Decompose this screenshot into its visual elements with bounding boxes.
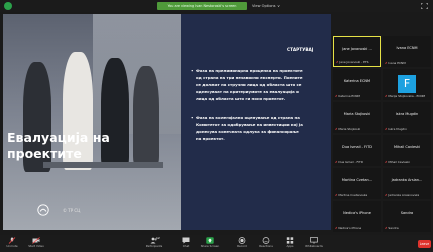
participant-name: Dua Ismail - FITD bbox=[342, 145, 372, 149]
start-video-button[interactable]: Start Video bbox=[26, 235, 46, 252]
record-button[interactable]: Record bbox=[232, 235, 252, 252]
participant-label: ✗ Nedica's iPhone bbox=[335, 226, 362, 230]
security-shield-icon[interactable] bbox=[4, 2, 12, 10]
participant-label: ✗ Iskra Mugdin bbox=[385, 127, 407, 131]
participant-label: ✗ Sandra bbox=[385, 226, 399, 230]
view-options-menu[interactable]: View Options v bbox=[252, 2, 308, 10]
participant-label: ✗ Mihail Cavleski bbox=[385, 160, 410, 164]
participant-tile[interactable]: Nedica's iPhone ✗ Nedica's iPhone bbox=[333, 201, 381, 232]
end-meeting-button[interactable]: Leave bbox=[418, 240, 431, 248]
participant-tile[interactable]: Martina Cvetan... ✗ Martina Cvetanoska bbox=[333, 168, 381, 199]
participant-name: Jane Jovanoski ... bbox=[342, 47, 372, 51]
chat-button[interactable]: Chat bbox=[176, 235, 196, 252]
org-logo-icon bbox=[37, 204, 49, 216]
participant-label: ✗ Marija Stojkovska - ECNM bbox=[385, 94, 425, 98]
slide-photo bbox=[3, 14, 181, 230]
participant-label: ✗ Jane Jovanoski - ETS bbox=[336, 60, 369, 64]
participant-tile[interactable]: Maria Stojkoski ✗ Maria Stojkoski bbox=[333, 102, 381, 133]
participant-name: Mihail Cavleski bbox=[393, 145, 421, 149]
participant-avatar: F bbox=[398, 75, 416, 93]
slide-bullet-list: Фаза на прелиминарна проценка на проекти… bbox=[191, 67, 303, 154]
participant-tile[interactable]: Katerina ECNM ✗ Katerina ECNM bbox=[333, 69, 381, 100]
participants-count: 12 bbox=[156, 236, 160, 240]
slide-bullet: Фаза на прелиминарна проценка на проекти… bbox=[191, 67, 303, 102]
participant-name: Nedica's iPhone bbox=[343, 211, 371, 215]
participant-label: ✗ Ivana ECNM bbox=[385, 61, 406, 65]
record-icon bbox=[238, 237, 246, 244]
meeting-toolbar: Unmute Start Video 12 Participants Chat … bbox=[0, 235, 433, 252]
fullscreen-icon[interactable] bbox=[421, 3, 428, 9]
slide-title: Евалуација на проектите bbox=[7, 130, 110, 161]
chat-bubble-icon bbox=[182, 237, 190, 244]
participant-label: ✗ Maria Stojkoski bbox=[335, 127, 361, 131]
participants-button[interactable]: 12 Participants bbox=[144, 235, 164, 252]
whiteboards-button[interactable]: Whiteboards bbox=[304, 235, 324, 252]
apps-button[interactable]: Apps bbox=[280, 235, 300, 252]
participant-tile[interactable]: Iskra Mugdin ✗ Iskra Mugdin bbox=[383, 102, 431, 133]
chevron-down-icon: v bbox=[277, 4, 280, 8]
participant-name: Martina Cvetan... bbox=[341, 178, 373, 182]
startup-logo: СТАРТУВАЈ bbox=[287, 47, 314, 52]
camera-off-icon bbox=[32, 237, 40, 244]
participant-name: Ivana ECNM bbox=[396, 46, 418, 50]
share-screen-button[interactable]: Share Screen bbox=[200, 235, 220, 252]
participant-name: Sandra bbox=[400, 211, 414, 215]
viewing-screen-banner: You are viewing Ivan Nestoroski's screen bbox=[157, 2, 247, 10]
view-options-label: View Options bbox=[252, 4, 276, 8]
participant-label: ✗ Dua Ismail - FITD bbox=[335, 160, 364, 164]
participant-name: Katerina ECNM bbox=[343, 79, 371, 83]
participant-label: ✗ Katerina ECNM bbox=[335, 94, 360, 98]
participant-tile[interactable]: Ivana ECNM ✗ Ivana ECNM bbox=[383, 36, 431, 67]
meeting-topbar: You are viewing Ivan Nestoroski's screen… bbox=[0, 0, 433, 12]
slide-bullet: Фаза на колегијално оценување од страна … bbox=[191, 114, 303, 142]
microphone-muted-icon bbox=[8, 237, 16, 244]
participant-tile[interactable]: Jadranka Arsian... ✗ Jadranka Arsianovsk… bbox=[383, 168, 431, 199]
participant-tile[interactable]: F ✗ Marija Stojkovska - ECNM bbox=[383, 69, 431, 100]
whiteboard-icon bbox=[310, 237, 318, 244]
slide-org-credit: © TP СЦ bbox=[63, 208, 81, 213]
participant-name: Maria Stojkoski bbox=[343, 112, 371, 116]
participant-tile[interactable]: Jane Jovanoski ... ✗ Jane Jovanoski - ET… bbox=[333, 36, 381, 67]
apps-grid-icon bbox=[286, 237, 294, 244]
unmute-button[interactable]: Unmute bbox=[2, 235, 22, 252]
share-screen-icon bbox=[206, 237, 214, 244]
participant-name: Iskra Mugdin bbox=[395, 112, 419, 116]
participant-tile[interactable]: Mihail Cavleski ✗ Mihail Cavleski bbox=[383, 135, 431, 166]
reactions-button[interactable]: Reactions bbox=[256, 235, 276, 252]
photo-desk bbox=[43, 162, 163, 168]
participant-label: ✗ Jadranka Arsianovska bbox=[385, 193, 420, 197]
participant-tile[interactable]: Sandra ✗ Sandra bbox=[383, 201, 431, 232]
smiley-icon bbox=[262, 237, 270, 244]
participant-name: Jadranka Arsian... bbox=[391, 178, 423, 182]
participant-label: ✗ Martina Cvetanoska bbox=[335, 193, 368, 197]
participant-tile[interactable]: Dua Ismail - FITD ✗ Dua Ismail - FITD bbox=[333, 135, 381, 166]
shared-screen-slide: Евалуација на проектите © TP СЦ СТАРТУВА… bbox=[3, 14, 331, 230]
